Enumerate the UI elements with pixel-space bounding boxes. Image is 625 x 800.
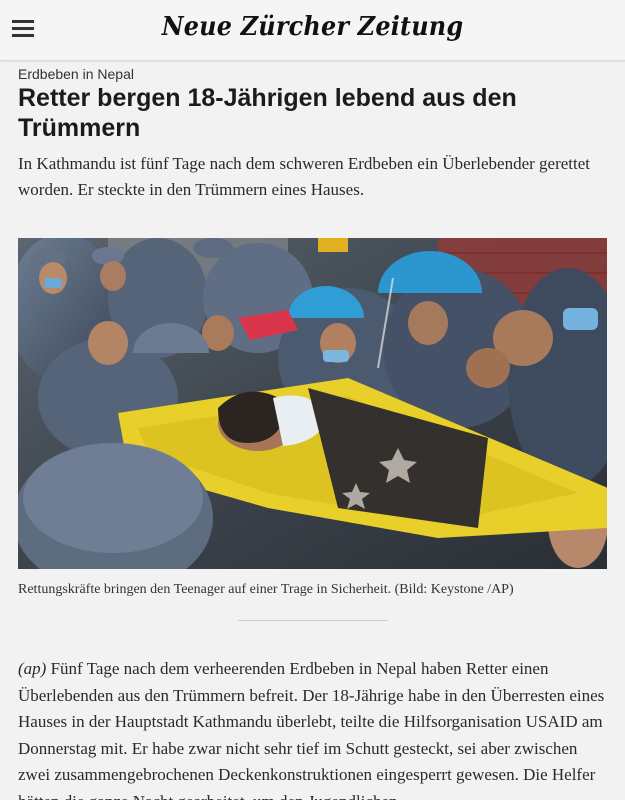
article-kicker: Erdbeben in Nepal bbox=[18, 66, 134, 82]
divider bbox=[238, 620, 388, 621]
top-bar: Neue Zürcher Zeitung bbox=[0, 0, 625, 61]
site-logo[interactable]: Neue Zürcher Zeitung bbox=[25, 12, 600, 42]
body-paragraph: Fünf Tage nach dem verheerenden Erdbeben… bbox=[18, 659, 605, 800]
article-body: (ap) Fünf Tage nach dem verheerenden Erd… bbox=[18, 656, 610, 800]
article-lead: In Kathmandu ist fünf Tage nach dem schw… bbox=[18, 154, 591, 199]
body-source: (ap) bbox=[18, 659, 47, 678]
rescue-photo-illustration bbox=[18, 238, 607, 569]
article-headline: Retter bergen 18-Jährigen lebend aus den… bbox=[18, 84, 517, 142]
article-photo[interactable] bbox=[18, 238, 607, 569]
image-caption: Rettungskräfte bringen den Teenager auf … bbox=[18, 582, 514, 597]
